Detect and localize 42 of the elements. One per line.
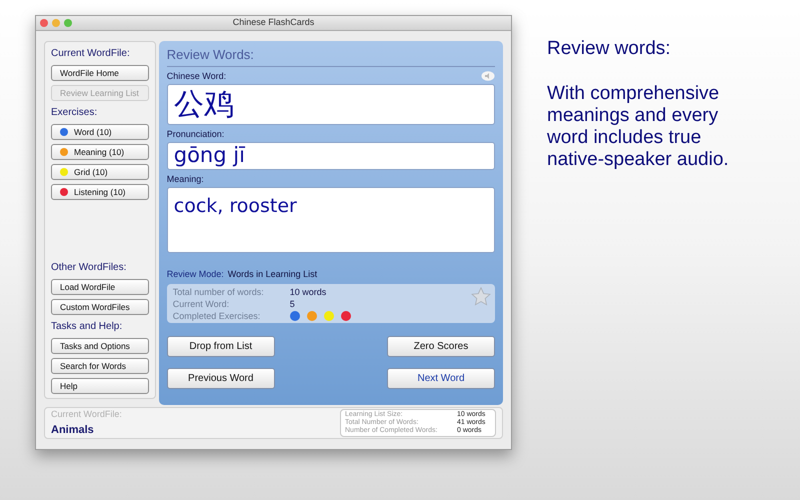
section-heading: Current WordFile: xyxy=(50,47,131,61)
action-button[interactable]: Zero Scores xyxy=(387,336,495,357)
zoom-icon[interactable] xyxy=(64,19,72,27)
stat-label: Total number of words: xyxy=(172,286,265,298)
field-label: Meaning: xyxy=(166,172,204,186)
text-field[interactable]: 公鸡 xyxy=(166,84,495,124)
action-button[interactable]: Previous Word xyxy=(166,368,275,389)
stat-label: Current Word: xyxy=(172,298,230,310)
field-label: Chinese Word: xyxy=(166,70,226,83)
minimize-icon[interactable] xyxy=(52,19,60,27)
text-field[interactable]: cock, rooster xyxy=(166,186,495,252)
field-label: Pronunciation: xyxy=(166,128,224,141)
caption-body: With comprehensive meanings and every word includes true native-speaker audio. xyxy=(547,83,730,171)
panel-title: Review Words: xyxy=(166,45,495,66)
stat-value: 5 xyxy=(290,298,295,310)
sidebar-button[interactable]: Help xyxy=(51,378,149,394)
section-heading: Tasks and Help: xyxy=(50,320,124,334)
caption-heading: Review words: xyxy=(547,37,672,60)
sidebar-button[interactable]: Custom WordFiles xyxy=(51,299,149,315)
footer-label: Current WordFile: xyxy=(51,408,122,421)
stat-label: Completed Exercises: xyxy=(172,310,262,322)
action-button[interactable]: Drop from List xyxy=(166,336,275,357)
star-icon[interactable] xyxy=(471,287,491,306)
wordfile-name: Animals xyxy=(51,422,95,438)
sidebar-button[interactable]: WordFile Home xyxy=(51,65,149,81)
stat-value: 10 words xyxy=(290,286,326,298)
sidebar-button[interactable]: Grid (10) xyxy=(51,164,149,180)
window-title: Chinese FlashCards xyxy=(232,16,316,30)
review-mode-label: Review Mode: xyxy=(166,268,224,280)
sidebar-button[interactable]: Listening (10) xyxy=(51,184,149,200)
sidebar-button[interactable]: Load WordFile xyxy=(51,279,149,295)
action-button[interactable]: Next Word xyxy=(387,368,495,389)
review-mode-value: Words in Learning List xyxy=(228,268,318,281)
close-icon[interactable] xyxy=(40,19,48,27)
sidebar-button[interactable]: Meaning (10) xyxy=(51,144,149,160)
text-field[interactable]: gōng jī xyxy=(166,142,495,170)
section-heading: Exercises: xyxy=(50,106,98,120)
section-heading: Other WordFiles: xyxy=(50,261,128,275)
sidebar-button[interactable]: Search for Words xyxy=(51,358,149,374)
sidebar-button[interactable]: Tasks and Options xyxy=(51,338,149,354)
speaker-icon[interactable] xyxy=(481,71,495,82)
sidebar-button[interactable]: Word (10) xyxy=(51,124,149,140)
